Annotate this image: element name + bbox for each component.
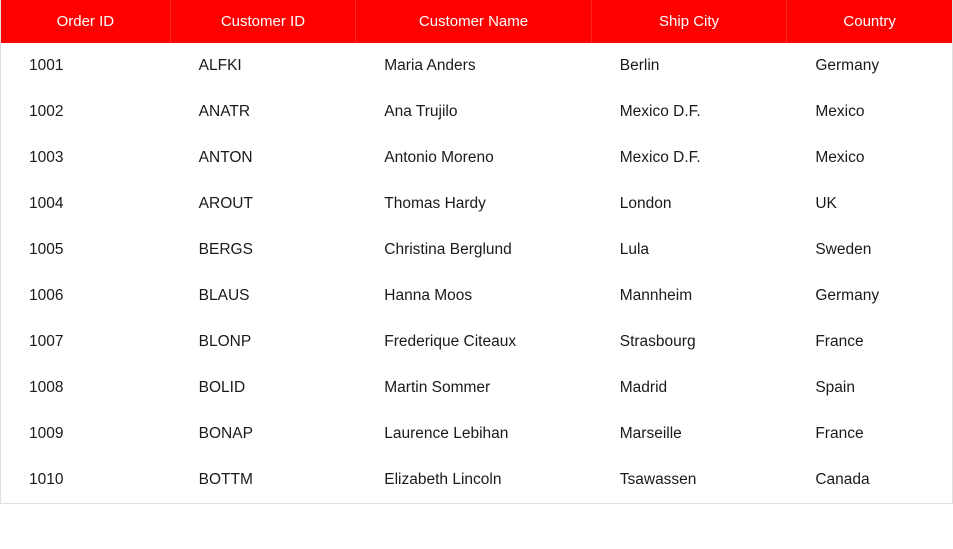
cell-country: UK — [787, 181, 952, 227]
table-row[interactable]: 1009BONAPLaurence LebihanMarseilleFrance — [1, 411, 952, 457]
cell-customer-name: Thomas Hardy — [356, 181, 591, 227]
cell-customer-name: Hanna Moos — [356, 273, 591, 319]
cell-ship-city: Strasbourg — [592, 319, 788, 365]
cell-customer-id: BLONP — [171, 319, 357, 365]
cell-order-id: 1001 — [1, 43, 171, 89]
cell-ship-city: Mannheim — [592, 273, 788, 319]
cell-customer-name: Elizabeth Lincoln — [356, 457, 591, 503]
cell-customer-name: Ana Trujilo — [356, 89, 591, 135]
cell-customer-name: Maria Anders — [356, 43, 591, 89]
cell-ship-city: Mexico D.F. — [592, 89, 788, 135]
cell-order-id: 1008 — [1, 365, 171, 411]
cell-customer-name: Frederique Citeaux — [356, 319, 591, 365]
table-row[interactable]: 1004AROUTThomas HardyLondonUK — [1, 181, 952, 227]
cell-country: Germany — [787, 43, 952, 89]
cell-customer-id: BOTTM — [171, 457, 357, 503]
column-header-country[interactable]: Country — [787, 0, 952, 43]
cell-customer-id: BOLID — [171, 365, 357, 411]
cell-country: Sweden — [787, 227, 952, 273]
cell-country: France — [787, 319, 952, 365]
cell-customer-id: ANATR — [171, 89, 357, 135]
grid-body: 1001ALFKIMaria AndersBerlinGermany1002AN… — [1, 43, 952, 503]
cell-customer-id: BONAP — [171, 411, 357, 457]
cell-country: Canada — [787, 457, 952, 503]
cell-country: Mexico — [787, 89, 952, 135]
cell-order-id: 1009 — [1, 411, 171, 457]
cell-customer-id: AROUT — [171, 181, 357, 227]
table-row[interactable]: 1010BOTTMElizabeth LincolnTsawassenCanad… — [1, 457, 952, 503]
column-header-order-id[interactable]: Order ID — [1, 0, 171, 43]
cell-customer-id: BERGS — [171, 227, 357, 273]
table-row[interactable]: 1008BOLIDMartin SommerMadridSpain — [1, 365, 952, 411]
cell-customer-id: ANTON — [171, 135, 357, 181]
cell-customer-name: Christina Berglund — [356, 227, 591, 273]
table-row[interactable]: 1007BLONPFrederique CiteauxStrasbourgFra… — [1, 319, 952, 365]
cell-customer-name: Laurence Lebihan — [356, 411, 591, 457]
table-row[interactable]: 1001ALFKIMaria AndersBerlinGermany — [1, 43, 952, 89]
cell-order-id: 1003 — [1, 135, 171, 181]
cell-order-id: 1005 — [1, 227, 171, 273]
cell-ship-city: London — [592, 181, 788, 227]
cell-order-id: 1004 — [1, 181, 171, 227]
cell-ship-city: Lula — [592, 227, 788, 273]
table-row[interactable]: 1005BERGSChristina BerglundLulaSweden — [1, 227, 952, 273]
column-header-customer-id[interactable]: Customer ID — [171, 0, 357, 43]
table-row[interactable]: 1006BLAUSHanna MoosMannheimGermany — [1, 273, 952, 319]
cell-country: France — [787, 411, 952, 457]
cell-ship-city: Mexico D.F. — [592, 135, 788, 181]
cell-customer-name: Martin Sommer — [356, 365, 591, 411]
cell-order-id: 1002 — [1, 89, 171, 135]
cell-ship-city: Marseille — [592, 411, 788, 457]
cell-customer-name: Antonio Moreno — [356, 135, 591, 181]
cell-order-id: 1006 — [1, 273, 171, 319]
cell-ship-city: Madrid — [592, 365, 788, 411]
cell-ship-city: Berlin — [592, 43, 788, 89]
cell-country: Spain — [787, 365, 952, 411]
column-header-ship-city[interactable]: Ship City — [592, 0, 788, 43]
orders-grid[interactable]: Order ID Customer ID Customer Name Ship … — [0, 0, 953, 504]
grid-header-row: Order ID Customer ID Customer Name Ship … — [1, 0, 952, 43]
cell-customer-id: ALFKI — [171, 43, 357, 89]
column-header-customer-name[interactable]: Customer Name — [356, 0, 592, 43]
cell-country: Germany — [787, 273, 952, 319]
cell-country: Mexico — [787, 135, 952, 181]
table-row[interactable]: 1003ANTONAntonio MorenoMexico D.F.Mexico — [1, 135, 952, 181]
table-row[interactable]: 1002ANATRAna TrujiloMexico D.F.Mexico — [1, 89, 952, 135]
cell-customer-id: BLAUS — [171, 273, 357, 319]
cell-order-id: 1007 — [1, 319, 171, 365]
cell-order-id: 1010 — [1, 457, 171, 503]
cell-ship-city: Tsawassen — [592, 457, 788, 503]
